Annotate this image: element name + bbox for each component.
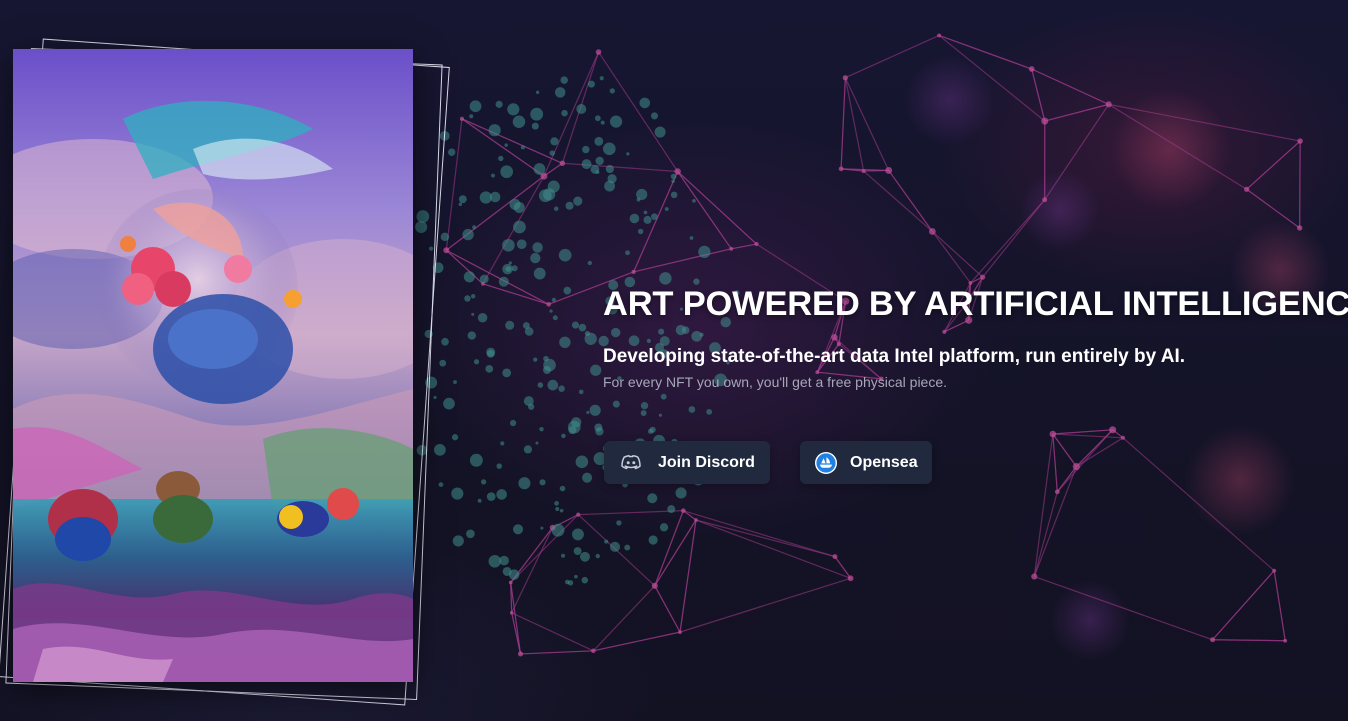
discord-icon <box>619 451 643 475</box>
hero-note: For every NFT you own, you'll get a free… <box>603 374 948 390</box>
hero-title: ART POWERED BY ARTIFICIAL INTELLIGENCE <box>603 285 1348 323</box>
join-discord-button[interactable]: Join Discord <box>604 441 770 484</box>
nft-artwork-image <box>13 49 413 682</box>
opensea-icon <box>815 451 837 474</box>
hero-section: ART POWERED BY ARTIFICIAL INTELLIGENCE D… <box>0 0 1348 721</box>
hero-subtitle: Developing state-of-the-art data Intel p… <box>603 346 1186 367</box>
hero-content: ART POWERED BY ARTIFICIAL INTELLIGENCE D… <box>603 283 1348 391</box>
opensea-label: Opensea <box>850 453 918 471</box>
join-discord-label: Join Discord <box>658 453 755 471</box>
opensea-button[interactable]: Opensea <box>800 441 932 484</box>
